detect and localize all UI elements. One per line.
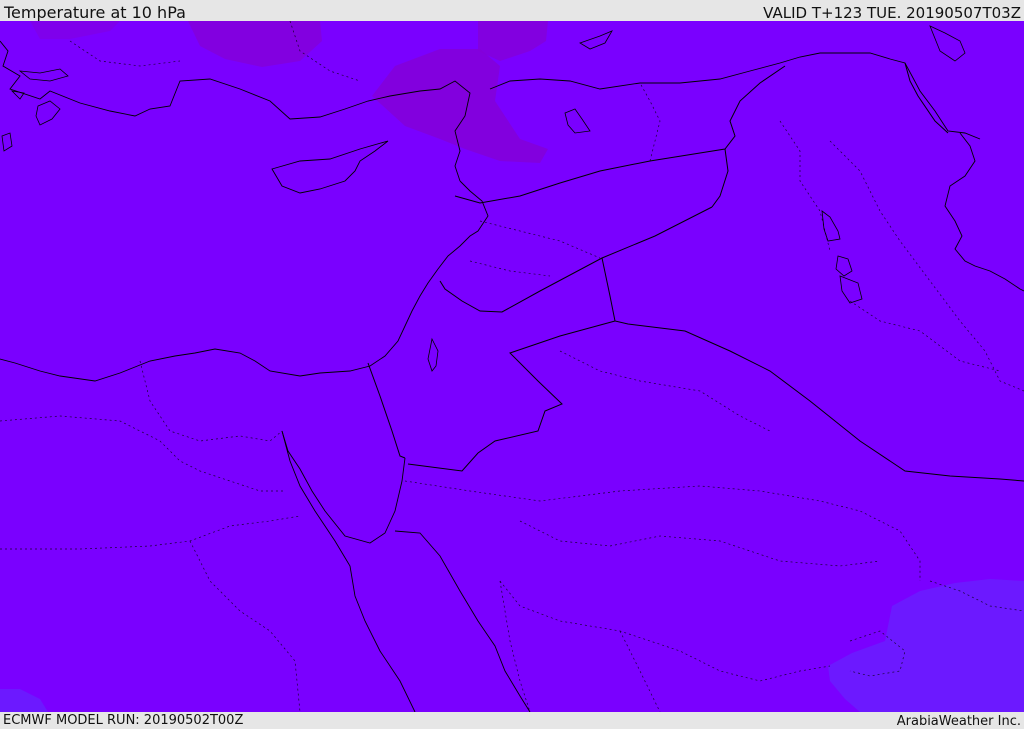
map-canvas bbox=[0, 21, 1024, 712]
valid-time-label: VALID T+123 TUE. 20190507T03Z bbox=[763, 4, 1021, 22]
header-bar: Temperature at 10 hPa VALID T+123 TUE. 2… bbox=[0, 0, 1024, 22]
temperature-map bbox=[0, 21, 1024, 712]
map-title: Temperature at 10 hPa bbox=[4, 3, 186, 22]
footer-bar: ECMWF MODEL RUN: 20190502T00Z ArabiaWeat… bbox=[0, 712, 1024, 729]
temperature-field bbox=[0, 21, 1024, 712]
weather-map-frame: Temperature at 10 hPa VALID T+123 TUE. 2… bbox=[0, 0, 1024, 729]
model-run-label: ECMWF MODEL RUN: 20190502T00Z bbox=[3, 713, 244, 728]
credit-label: ArabiaWeather Inc. bbox=[896, 714, 1021, 729]
